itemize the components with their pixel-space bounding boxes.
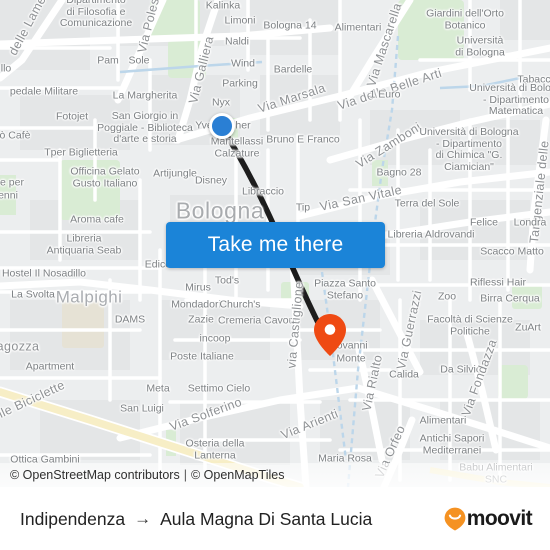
moovit-trip-map-screen: Dipartimentodi Filosofia eComunicazioned… <box>0 0 550 550</box>
moovit-logo[interactable]: moovit <box>444 507 533 531</box>
openmaptiles-attribution-link[interactable]: © OpenMapTiles <box>191 468 285 482</box>
trip-destination-label: Aula Magna Di Santa Lucia <box>160 508 373 529</box>
trip-origin-label: Indipendenza <box>20 508 126 529</box>
attribution-separator: | <box>183 468 187 482</box>
take-me-there-button[interactable]: Take me there <box>166 222 385 268</box>
origin-location-marker[interactable] <box>209 113 235 139</box>
openstreetmap-attribution-link[interactable]: © OpenStreetMap contributors <box>10 468 180 482</box>
map-pin-icon <box>314 314 346 356</box>
destination-pin-marker[interactable] <box>313 313 347 362</box>
trip-footer-bar: Indipendenza → Aula Magna Di Santa Lucia… <box>0 487 550 550</box>
trip-summary: Indipendenza → Aula Magna Di Santa Lucia <box>20 509 444 530</box>
moovit-wordmark: moovit <box>466 507 533 530</box>
map-attribution-bar: © OpenStreetMap contributors | © OpenMap… <box>0 463 550 487</box>
map-canvas[interactable]: Dipartimentodi Filosofia eComunicazioned… <box>0 0 550 487</box>
arrow-right-icon: → <box>134 509 152 528</box>
moovit-pin-smile-icon <box>444 507 466 531</box>
